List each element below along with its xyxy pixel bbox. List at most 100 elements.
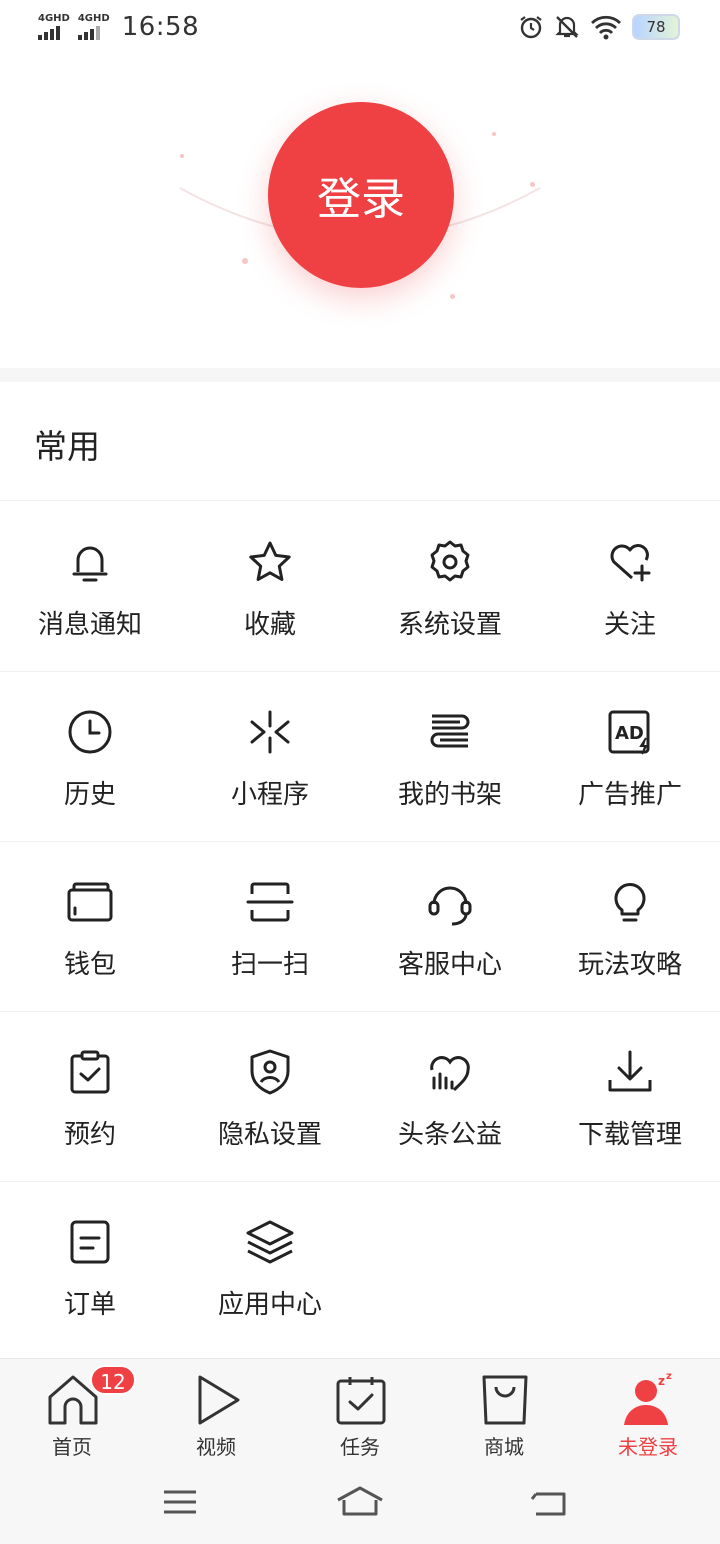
menu-icon[interactable] [156, 1482, 204, 1522]
grid-item-privacy-settings[interactable]: 隐私设置 [180, 1012, 360, 1182]
grid-item-bookshelf[interactable]: 我的书架 [360, 672, 540, 842]
clock-icon [68, 710, 112, 754]
system-navigation-bar [0, 1462, 720, 1544]
grid-item-scan[interactable]: 扫一扫 [180, 842, 360, 1012]
grid-item-label: 玩法攻略 [577, 950, 682, 980]
play-icon [198, 1375, 240, 1425]
svg-text:z: z [658, 1374, 665, 1388]
shopping-bag-icon [482, 1375, 528, 1425]
tab-label: 未登录 [618, 1435, 678, 1459]
grid-item-label: 应用中心 [217, 1290, 322, 1320]
grid-item-follow[interactable]: 关注 [540, 502, 720, 672]
grid-item-label: 钱包 [63, 950, 116, 980]
grid-item-label: 我的书架 [397, 780, 502, 810]
svg-text:AD: AD [615, 723, 644, 744]
task-icon [336, 1377, 386, 1425]
svg-text:z: z [666, 1373, 672, 1382]
signal-bars-icon [38, 26, 60, 40]
grid-item-label: 小程序 [230, 780, 309, 810]
alarm-icon [520, 16, 542, 39]
grid-item-label: 客服中心 [397, 950, 502, 980]
mini-program-icon [250, 710, 290, 754]
tab-label: 任务 [340, 1435, 380, 1459]
mute-bell-icon [555, 16, 579, 38]
grid-item-label: 订单 [63, 1290, 116, 1320]
ad-icon: AD [608, 710, 650, 755]
grid-item-game-guide[interactable]: 玩法攻略 [540, 842, 720, 1012]
status-right: 78 [518, 14, 680, 40]
decor-dot [530, 182, 535, 187]
signal-bars-icon [77, 26, 100, 40]
grid-item-label: 广告推广 [577, 780, 682, 810]
decor-dot [180, 154, 184, 158]
layers-icon [246, 1220, 294, 1264]
grid-item-label: 消息通知 [37, 610, 142, 640]
grid-item-customer-service[interactable]: 客服中心 [360, 842, 540, 1012]
grid-item-label: 历史 [63, 780, 116, 810]
grid-item-label: 关注 [603, 610, 656, 640]
common-features-grid: 消息通知 收藏 系统设置 关注 历史 小程序 我的书架 AD 广告推广 钱包 扫… [0, 502, 720, 1352]
tab-label: 视频 [196, 1435, 236, 1459]
clock: 16:58 [121, 12, 200, 42]
grid-item-label: 系统设置 [397, 610, 502, 640]
section-divider [0, 368, 720, 382]
clipboard-check-icon [70, 1050, 110, 1094]
bookshelf-icon [430, 714, 470, 748]
gear-icon [430, 540, 470, 582]
headset-icon [428, 886, 472, 926]
grid-item-mini-program[interactable]: 小程序 [180, 672, 360, 842]
shield-user-icon [250, 1049, 290, 1095]
grid-item-label: 预约 [63, 1120, 116, 1150]
divider [0, 500, 720, 501]
grid-item-download-manager[interactable]: 下载管理 [540, 1012, 720, 1182]
tab-label: 商城 [484, 1435, 524, 1459]
signal-1: 4GHD [38, 14, 70, 40]
grid-item-ad-promotion[interactable]: AD 广告推广 [540, 672, 720, 842]
login-button[interactable]: 登录 [268, 102, 454, 288]
status-left: 4GHD 4GHD 16:58 [38, 12, 199, 42]
tab-video[interactable]: 视频 [144, 1359, 288, 1463]
tab-home[interactable]: 12 首页 [0, 1359, 144, 1463]
grid-item-favorites[interactable]: 收藏 [180, 502, 360, 672]
grid-item-orders[interactable]: 订单 [0, 1182, 180, 1352]
decor-dot [492, 132, 496, 136]
grid-item-reservation[interactable]: 预约 [0, 1012, 180, 1182]
bell-icon [72, 546, 108, 582]
home-nav-icon[interactable] [336, 1482, 384, 1522]
download-icon [608, 1050, 652, 1092]
lightbulb-icon [614, 883, 646, 922]
notification-badge: 12 [90, 1365, 136, 1395]
grid-item-label: 扫一扫 [230, 950, 309, 980]
decor-dot [242, 258, 248, 264]
wifi-icon [591, 15, 621, 40]
grid-item-wallet[interactable]: 钱包 [0, 842, 180, 1012]
bottom-tab-bar: 12 首页 视频 任务 商城 zz 未登录 [0, 1358, 720, 1462]
grid-item-history[interactable]: 历史 [0, 672, 180, 842]
grid-row: 历史 小程序 我的书架 AD 广告推广 [0, 672, 720, 842]
grid-item-charity[interactable]: 头条公益 [360, 1012, 540, 1182]
grid-item-system-settings[interactable]: 系统设置 [360, 502, 540, 672]
grid-item-label: 头条公益 [397, 1120, 502, 1150]
signal-2: 4GHD [77, 13, 110, 40]
wallet-icon [67, 882, 113, 922]
scan-icon [246, 882, 294, 922]
grid-row: 订单 应用中心 [0, 1182, 720, 1352]
tab-tasks[interactable]: 任务 [288, 1359, 432, 1463]
section-title: 常用 [34, 427, 100, 466]
signal-2-label: 4GHD [77, 13, 110, 24]
grid-item-app-center[interactable]: 应用中心 [180, 1182, 360, 1352]
signal-1-label: 4GHD [38, 13, 70, 24]
grid-item-notifications[interactable]: 消息通知 [0, 502, 180, 672]
user-sleep-icon: zz [624, 1373, 672, 1425]
grid-item-label: 下载管理 [577, 1120, 682, 1150]
status-bar: 4GHD 4GHD 16:58 78 [0, 0, 720, 58]
tab-label: 首页 [52, 1435, 92, 1459]
tab-mall[interactable]: 商城 [432, 1359, 576, 1463]
login-hero: 登录 [0, 58, 720, 368]
order-icon [70, 1220, 110, 1264]
grid-row: 预约 隐私设置 头条公益 下载管理 [0, 1012, 720, 1182]
star-icon [249, 541, 291, 581]
tab-profile-not-logged-in[interactable]: zz 未登录 [576, 1359, 720, 1463]
back-icon[interactable] [526, 1482, 574, 1522]
grid-item-label: 隐私设置 [217, 1120, 322, 1150]
